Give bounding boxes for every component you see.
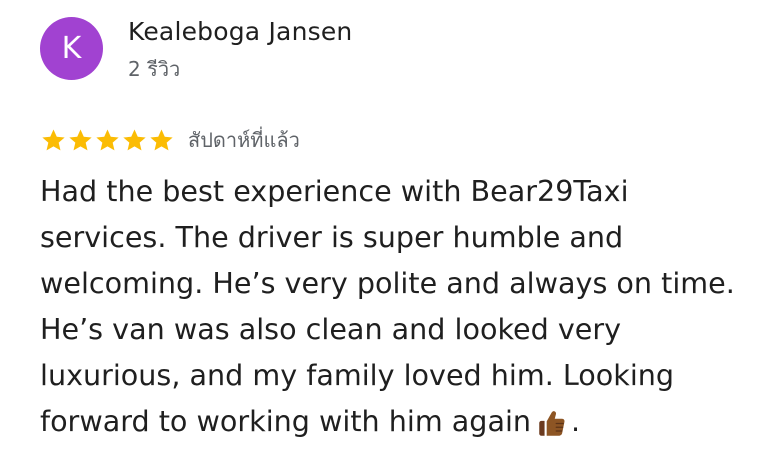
- review-header: K Kealeboga Jansen 2 รีวิว: [40, 17, 352, 83]
- review-card: K Kealeboga Jansen 2 รีวิว สัปดาห์ที่แล้…: [0, 0, 768, 471]
- review-end-punctuation: .: [571, 404, 581, 438]
- rating-row: สัปดาห์ที่แล้ว: [40, 126, 300, 154]
- review-text: Had the best experience with Bear29Taxi …: [40, 168, 755, 444]
- star-icon: [96, 128, 119, 150]
- star-icon: [150, 128, 173, 150]
- review-date: สัปดาห์ที่แล้ว: [188, 128, 300, 152]
- avatar-initial: K: [61, 31, 82, 66]
- thumbs-up-icon: [539, 411, 565, 436]
- avatar[interactable]: K: [40, 17, 103, 80]
- star-icon: [123, 128, 146, 150]
- star-rating: [40, 127, 175, 154]
- author-name[interactable]: Kealeboga Jansen: [128, 17, 352, 47]
- author-block: Kealeboga Jansen 2 รีวิว: [128, 17, 352, 83]
- author-review-count: 2 รีวิว: [128, 57, 181, 81]
- star-icon: [69, 128, 92, 150]
- star-icon: [42, 128, 65, 150]
- review-body: Had the best experience with Bear29Taxi …: [40, 174, 735, 438]
